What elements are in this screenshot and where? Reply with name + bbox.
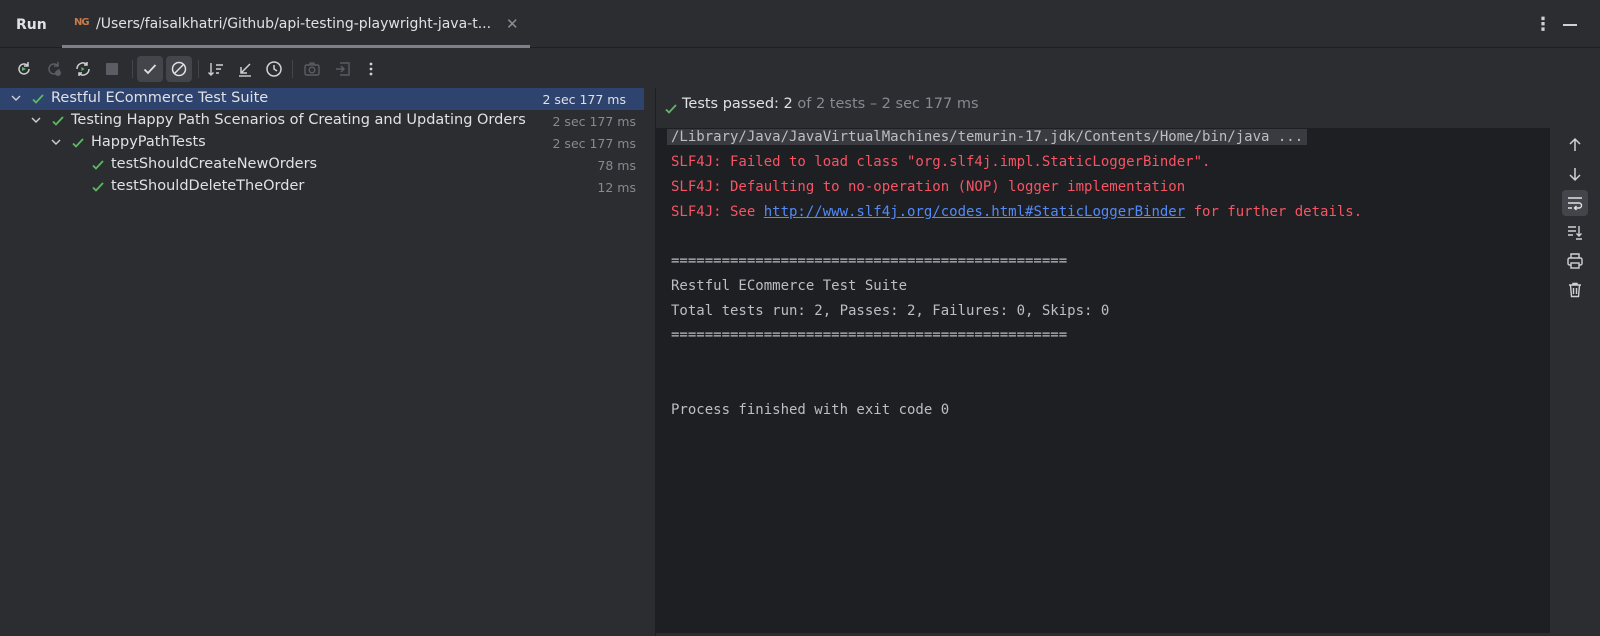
console-error-suffix: for further details. [1185,204,1363,220]
status-passed-count: 2 [783,96,793,112]
tests-passed-summary: Tests passed: 2 of 2 tests – 2 sec 177 m… [682,96,979,112]
scroll-to-end-icon[interactable] [1562,219,1588,245]
run-config-tab[interactable]: NG /Users/faisalkhatri/Github/api-testin… [62,0,530,48]
check-icon [92,160,104,170]
more-vertical-icon[interactable]: ⋮ [1534,14,1552,35]
show-passed-icon[interactable] [137,56,163,82]
check-icon [72,138,84,148]
tab-title: /Users/faisalkhatri/Github/api-testing-p… [96,16,492,32]
console-summary: Total tests run: 2, Passes: 2, Failures:… [671,303,1110,319]
tree-row-duration: 2 sec 177 ms [552,136,637,151]
print-icon[interactable] [1562,248,1588,274]
test-status-bar: Tests passed: 2 of 2 tests – 2 sec 177 m… [656,88,1600,128]
tool-window-header: Run NG /Users/faisalkhatri/Github/api-te… [0,0,1600,48]
tree-row-label: Restful ECommerce Test Suite [51,90,269,106]
trash-icon[interactable] [1562,277,1588,303]
toolbar-separator [198,60,199,78]
console-separator: ========================================… [671,327,1068,343]
run-toolbar [0,50,1600,88]
status-prefix: Tests passed: [682,96,784,112]
tree-row-label: Testing Happy Path Scenarios of Creating… [71,112,526,128]
rerun-failed-icon [41,56,67,82]
check-icon [52,116,64,126]
console-error-prefix: SLF4J: See [671,204,764,220]
console-output[interactable]: /Library/Java/JavaVirtualMachines/temuri… [656,128,1550,633]
show-ignored-icon[interactable] [166,56,192,82]
tree-row-duration: 12 ms [597,180,636,195]
check-icon [665,104,677,114]
tree-row-label: testShouldDeleteTheOrder [111,178,305,194]
tree-row-duration: 2 sec 177 ms [542,92,627,107]
console-separator: ========================================… [671,253,1068,269]
console-suite-name: Restful ECommerce Test Suite [671,278,908,294]
chevron-down-icon[interactable] [49,135,63,149]
chevron-down-icon[interactable] [9,91,23,105]
sort-alphabetically-icon[interactable] [203,56,229,82]
tree-row-test-method[interactable]: testShouldCreateNewOrders 78 ms [0,154,654,176]
check-icon [92,182,104,192]
run-panel-title: Run [16,17,47,33]
import-tests-icon [330,56,356,82]
stop-icon [99,56,125,82]
console-error-line: SLF4J: See http://www.slf4j.org/codes.ht… [671,204,1362,220]
test-results-tree: Restful ECommerce Test Suite 2 sec 177 m… [0,88,654,636]
tree-row-duration: 2 sec 177 ms [552,114,637,129]
toolbar-separator [292,60,293,78]
tree-row-label: testShouldCreateNewOrders [111,156,318,172]
status-suffix: of 2 tests – 2 sec 177 ms [792,96,979,112]
tree-row-test-group[interactable]: Testing Happy Path Scenarios of Creating… [0,110,654,132]
chevron-down-icon[interactable] [29,113,43,127]
console-error-line: SLF4J: Failed to load class "org.slf4j.i… [671,154,1211,170]
console-command-line[interactable]: /Library/Java/JavaVirtualMachines/temuri… [667,129,1308,145]
toolbar-separator [132,60,133,78]
console-actions-sidebar [1550,128,1600,633]
arrow-up-icon[interactable] [1562,132,1588,158]
console-link[interactable]: http://www.slf4j.org/codes.html#StaticLo… [764,204,1185,220]
arrow-down-icon[interactable] [1562,161,1588,187]
test-history-icon[interactable] [261,56,287,82]
check-icon [32,94,44,104]
tree-row-suite[interactable]: Restful ECommerce Test Suite 2 sec 177 m… [0,88,644,110]
toggle-auto-test-icon[interactable] [70,56,96,82]
tree-row-label: HappyPathTests [91,134,206,150]
camera-icon [299,56,325,82]
close-icon[interactable]: ✕ [506,15,519,33]
console-exit-line: Process finished with exit code 0 [671,402,950,418]
minimize-icon[interactable] [1563,24,1577,26]
soft-wrap-icon[interactable] [1562,190,1588,216]
console-error-line: SLF4J: Defaulting to no-operation (NOP) … [671,179,1186,195]
collapse-all-icon[interactable] [232,56,258,82]
tree-row-duration: 78 ms [597,158,636,173]
testng-icon: NG [74,17,90,28]
tree-row-test-method[interactable]: testShouldDeleteTheOrder 12 ms [0,176,654,198]
more-options-icon[interactable] [358,56,384,82]
tree-row-test-class[interactable]: HappyPathTests 2 sec 177 ms [0,132,654,154]
rerun-icon[interactable] [11,56,37,82]
